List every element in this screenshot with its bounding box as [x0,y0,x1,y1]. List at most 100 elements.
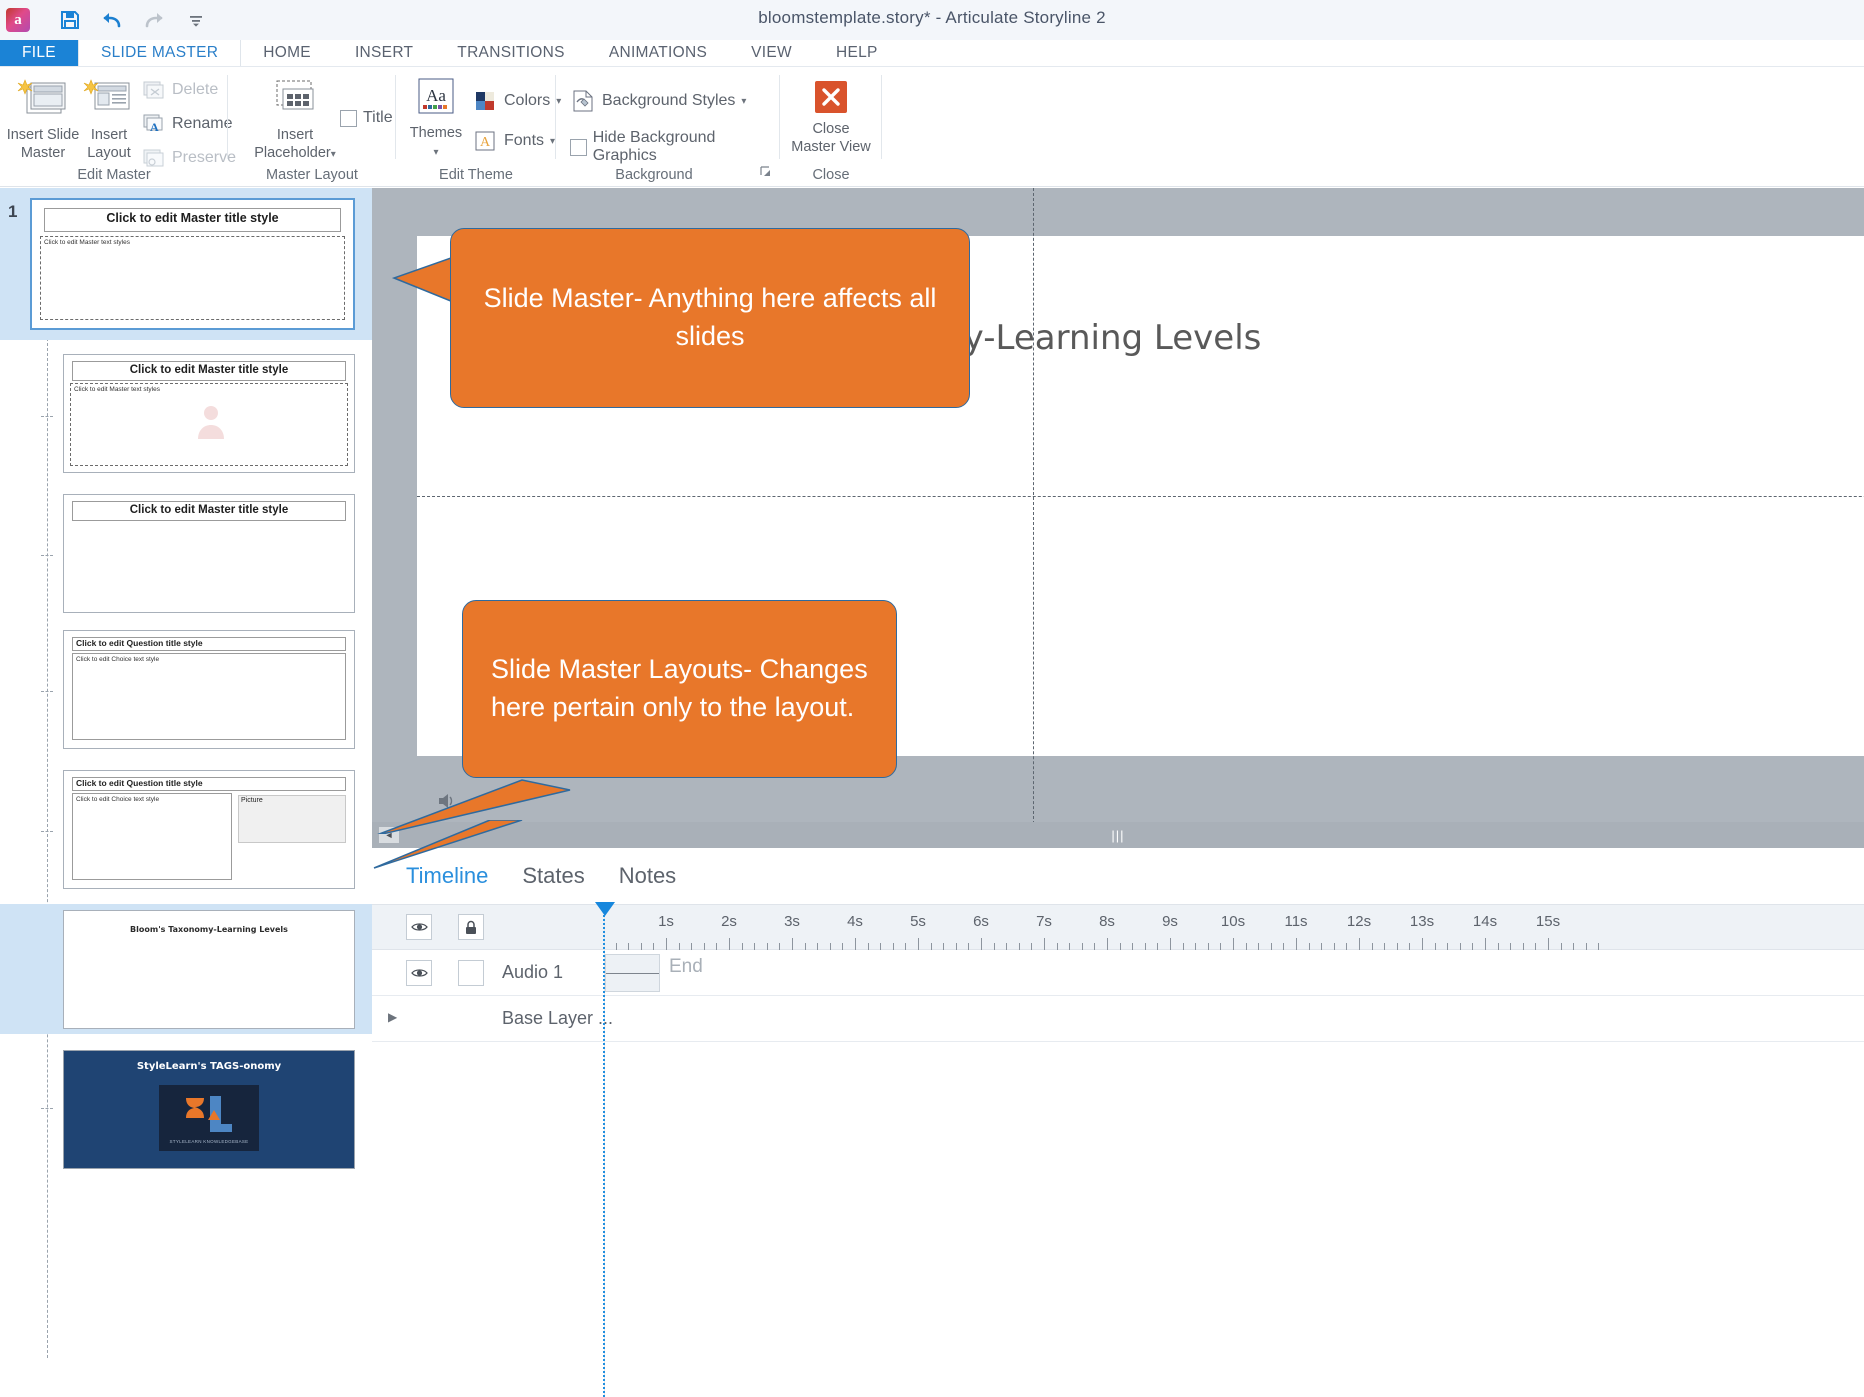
hide-background-graphics-box[interactable] [570,138,587,156]
tab-notes[interactable]: Notes [619,863,676,889]
rename-button[interactable]: A Rename [142,113,232,135]
tab-help[interactable]: HELP [814,40,900,66]
ruler-tick [729,938,730,950]
ruler-label: 9s [1162,913,1178,930]
ruler-tick [1207,943,1209,950]
panel-splitter[interactable]: ◄ ||| [372,822,1864,848]
table-row[interactable]: ▶ Base Layer ... [372,996,1864,1042]
thumbnail-row-layout-3[interactable]: Click to edit Question title style Click… [0,624,372,754]
fonts-button[interactable]: A Fonts ▾ [474,129,555,153]
close-master-view-label-line2: Master View [791,139,871,155]
delete-button[interactable]: Delete [142,79,218,101]
vertical-guide[interactable] [1033,188,1034,834]
delete-icon [143,81,164,99]
disclosure-triangle-icon[interactable]: ▶ [388,1010,397,1024]
hide-background-graphics-checkbox[interactable]: Hide Background Graphics [570,129,780,165]
tab-home[interactable]: HOME [241,40,333,66]
thumbnail-slide-master[interactable]: Click to edit Master title style Click t… [30,198,355,330]
eye-icon[interactable] [406,914,432,940]
tab-insert[interactable]: INSERT [333,40,435,66]
tab-file[interactable]: FILE [0,40,78,66]
title-checkbox-box[interactable] [340,109,357,127]
callout-slide-master-layouts[interactable]: Slide Master Layouts- Changes here perta… [462,600,897,778]
title-checkbox[interactable]: Title [340,109,393,127]
insert-layout-button[interactable]: Insert Layout [70,77,148,162]
ribbon-group-close: Close Master View Close [780,67,882,187]
audio-clip[interactable] [605,954,660,992]
timeline-playhead[interactable] [595,902,615,1397]
slide-editing-stage[interactable]: Bloom's Taxonomy-Learning Levels Slide M… [372,188,1864,834]
ruler-tick [1170,938,1171,950]
ruler-tick [1069,943,1071,950]
insert-placeholder-button[interactable]: Insert Placeholder▾ [240,77,350,164]
ruler-tick [804,943,806,950]
thumbnail-row-layout-2[interactable]: Click to edit Master title style [0,488,372,618]
insert-placeholder-label-line2: Placeholder [254,145,331,161]
ruler-tick [1006,943,1008,950]
themes-button[interactable]: Aa Themes ▾ [400,77,472,162]
ruler-label: 12s [1346,913,1372,930]
ruler-tick [1245,943,1247,950]
colors-button[interactable]: Colors ▾ [474,89,561,113]
splitter-grip[interactable]: ||| [1111,828,1124,843]
callout-slide-master[interactable]: Slide Master- Anything here affects all … [450,228,970,408]
ruler-tick [1233,938,1234,950]
slide-thumbnail-panel[interactable]: 1 Click to edit Master title style Click… [0,188,372,1397]
ruler-tick [628,943,630,950]
close-master-view-button[interactable]: Close Master View [788,77,874,156]
chevron-down-icon[interactable]: ▾ [331,149,336,160]
thumbnail-layout-1[interactable]: Click to edit Master title style Click t… [63,354,355,473]
timeline-ruler[interactable]: 1s 2s 3s 4s 5s 6s 7s 8s 9s 10s 11s 12s 1… [604,904,1864,950]
tab-transitions[interactable]: TRANSITIONS [435,40,587,66]
ruler-tick [1510,943,1512,950]
thumbnail-layout-4[interactable]: Click to edit Question title style Click… [63,770,355,889]
ruler-tick [1044,938,1045,950]
thumbnail-row-master[interactable]: 1 Click to edit Master title style Click… [0,188,372,340]
timeline-row-name: Base Layer ... [502,1008,614,1028]
tab-states[interactable]: States [522,863,584,889]
ruler-tick [1296,938,1297,950]
thumbnail-layout-3[interactable]: Click to edit Question title style Click… [63,630,355,749]
tab-slide-master[interactable]: SLIDE MASTER [77,40,242,66]
ruler-tick [918,938,919,950]
background-styles-button[interactable]: Background Styles ▾ [570,89,746,113]
delete-label: Delete [172,81,219,98]
table-row[interactable]: Audio 1 End [372,950,1864,996]
ribbon-group-label-background: Background [615,167,693,183]
playhead-handle[interactable] [595,902,615,916]
thumbnail-row-layout-4[interactable]: Click to edit Question title style Click… [0,764,372,894]
ruler-tick [691,943,693,950]
insert-layout-label-line1: Insert [90,127,128,143]
layout-title-placeholder: Click to edit Master title style [72,501,346,521]
question-title-placeholder: Click to edit Question title style [72,637,346,651]
ruler-tick [1497,943,1499,950]
document-title: bloomstemplate.story* - Articulate Story… [758,8,1106,27]
thumbnail-row-layout-5[interactable]: Bloom's Taxonomy-Learning Levels [0,904,372,1034]
row-lock-checkbox[interactable] [458,960,484,986]
ruler-tick [1522,943,1524,950]
lock-icon[interactable] [458,914,484,940]
ruler-tick [943,943,945,950]
thumbnail-layout-5[interactable]: Bloom's Taxonomy-Learning Levels [63,910,355,1029]
tab-timeline[interactable]: Timeline [406,863,488,889]
thumbnail-layout-6[interactable]: StyleLearn's TAGS-onomy STYLELEARN KNOWL… [63,1050,355,1169]
chevron-down-icon[interactable]: ▾ [741,96,746,107]
ruler-label: 14s [1472,913,1498,930]
ruler-tick [754,943,756,950]
thumbnail-row-layout-6[interactable]: StyleLearn's TAGS-onomy STYLELEARN KNOWL… [0,1044,372,1174]
thumbnail-layout-2[interactable]: Click to edit Master title style [63,494,355,613]
chevron-down-icon[interactable]: ▾ [433,147,438,158]
horizontal-guide[interactable] [417,496,1864,497]
thumbnail-row-layout-1[interactable]: Click to edit Master title style Click t… [0,348,372,478]
ruler-label: 15s [1535,913,1561,930]
bottom-panel-tabs: Timeline States Notes [372,848,676,904]
preserve-button[interactable]: Preserve [142,147,236,169]
background-dialog-launcher[interactable] [760,166,772,181]
tab-animations[interactable]: ANIMATIONS [587,40,729,66]
eye-icon[interactable] [406,960,432,986]
ruler-label: 1s [658,913,674,930]
tab-view[interactable]: VIEW [729,40,814,66]
ruler-tick [1308,943,1310,950]
insert-slide-master-label-line2: Master [20,145,66,161]
ruler-tick [1560,943,1562,950]
